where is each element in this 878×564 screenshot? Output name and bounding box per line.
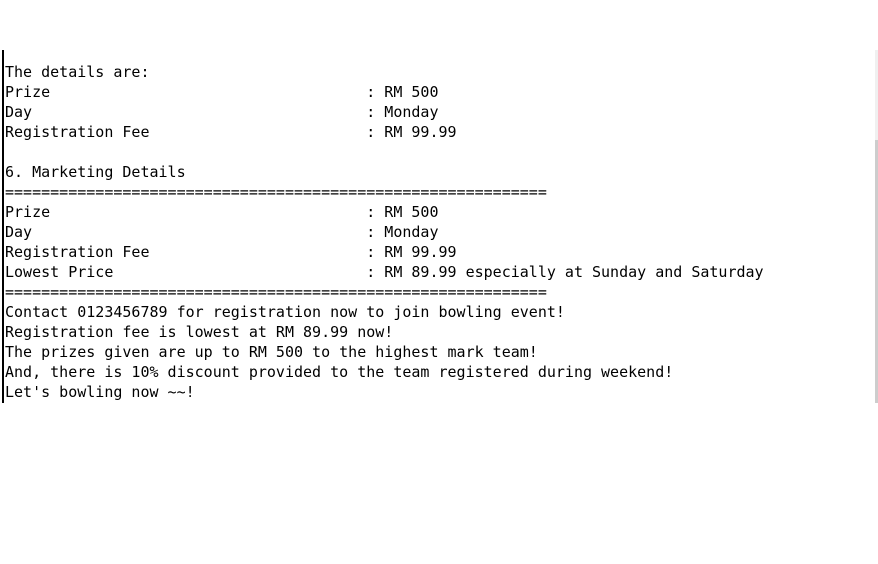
console-line: Day : Monday — [5, 103, 439, 121]
console-line: Registration Fee : RM 99.99 — [5, 123, 457, 141]
console-line: 6. Marketing Details — [5, 163, 186, 181]
console-line: Prize : RM 500 — [5, 203, 439, 221]
console-line: The prizes given are up to RM 500 to the… — [5, 343, 538, 361]
console-line: Lowest Price : RM 89.99 especially at Su… — [5, 263, 764, 281]
console-lines: The details are: Prize : RM 500 Day : Mo… — [5, 62, 764, 402]
console-line: ========================================… — [5, 283, 547, 301]
console-line: ========================================… — [5, 183, 547, 201]
console-line: Day : Monday — [5, 223, 439, 241]
console-line: Registration fee is lowest at RM 89.99 n… — [5, 323, 394, 341]
console-output: The details are: Prize : RM 500 Day : Mo… — [0, 50, 878, 403]
console-line: And, there is 10% discount provided to t… — [5, 363, 674, 381]
console-line: The details are: — [5, 63, 150, 81]
console-line: Prize : RM 500 — [5, 83, 439, 101]
console-line: Registration Fee : RM 99.99 — [5, 243, 457, 261]
console-line: Let's bowling now ~~! — [5, 383, 195, 401]
console-left-border — [2, 50, 4, 403]
console-line: Contact 0123456789 for registration now … — [5, 303, 565, 321]
